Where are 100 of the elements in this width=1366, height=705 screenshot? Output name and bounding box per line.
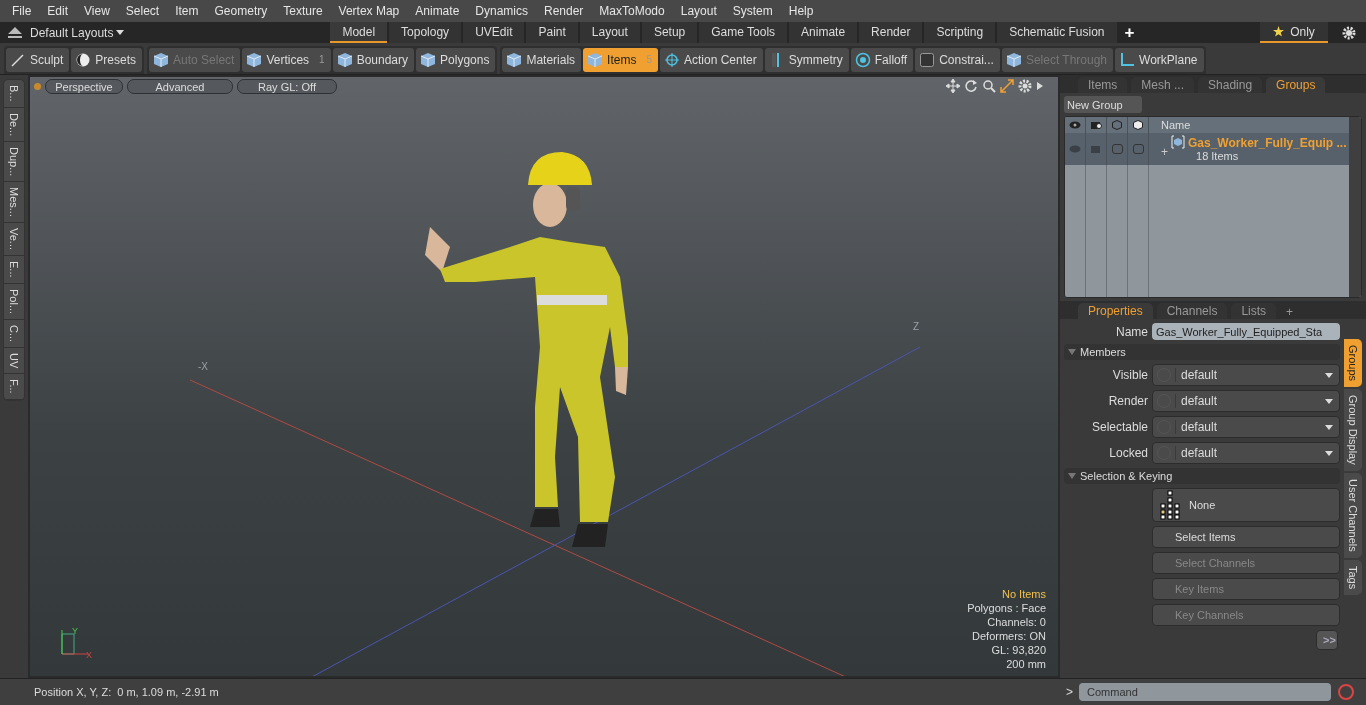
tool-button[interactable]: Sculpt [6, 47, 70, 72]
tool-button[interactable]: Polygons [416, 47, 496, 72]
tool-button[interactable]: Falloff [850, 47, 914, 72]
tool-button[interactable]: Items 5 [583, 47, 658, 72]
menu-item[interactable]: Layout [672, 4, 725, 18]
section-header[interactable]: Selection & Keying [1064, 468, 1340, 484]
layout-tab[interactable]: Schematic Fusion [997, 22, 1117, 43]
layout-tab[interactable]: Setup [641, 22, 698, 43]
dropdown[interactable]: default [1152, 416, 1340, 438]
axis-label: -X [198, 361, 208, 372]
menu-item[interactable]: File [4, 4, 40, 18]
menu-item[interactable]: Vertex Map [330, 4, 408, 18]
layout-tab[interactable]: Topology [389, 22, 462, 43]
panel-tab[interactable]: Groups [1266, 77, 1326, 93]
vertical-tab[interactable]: Ve... [4, 223, 24, 257]
checkbox[interactable] [1132, 144, 1144, 154]
menu-item[interactable]: MaxToModo [591, 4, 673, 18]
menu-item[interactable]: System [724, 4, 781, 18]
menu-item[interactable]: View [76, 4, 118, 18]
tool-button[interactable]: Boundary [332, 47, 415, 72]
only-button[interactable]: Only [1260, 22, 1328, 43]
menu-item[interactable]: Texture [275, 4, 331, 18]
menu-item[interactable]: Animate [407, 4, 468, 18]
panel-tab[interactable]: Channels [1156, 303, 1228, 319]
vertical-tab[interactable]: Mes... [4, 182, 24, 224]
settings-icon[interactable] [1342, 25, 1356, 40]
menu-item[interactable]: Render [536, 4, 592, 18]
menu-item[interactable]: Edit [39, 4, 77, 18]
move-icon[interactable] [946, 79, 960, 93]
arrow-right-icon[interactable] [1036, 79, 1044, 93]
viewport-info-text: Deformers: ON [972, 630, 1046, 642]
panel-tab[interactable]: Properties [1078, 303, 1153, 319]
name-field[interactable]: Gas_Worker_Fully_Equipped_Sta [1152, 323, 1340, 340]
gizmo-label: Y [72, 626, 78, 636]
menu-item[interactable]: Geometry [206, 4, 276, 18]
viewport-button[interactable]: Advanced [127, 79, 233, 94]
vertical-tab[interactable]: Dup... [4, 141, 24, 183]
vertical-tab[interactable]: Pol... [4, 283, 24, 320]
tool-button[interactable]: Symmetry [764, 47, 849, 72]
layout-tab[interactable]: Scripting [924, 22, 996, 43]
vertical-tab[interactable]: B... [4, 80, 24, 108]
command-field[interactable]: Command [1079, 683, 1331, 701]
vertical-tab[interactable]: De... [4, 107, 24, 142]
side-tab[interactable]: User Channels [1344, 472, 1362, 558]
tool-button[interactable]: Action Center [660, 47, 763, 72]
position-value: 0 m, 1.09 m, -2.91 m [116, 686, 219, 698]
add-tab-button[interactable]: + [1116, 22, 1143, 43]
dropdown[interactable]: default [1152, 364, 1340, 386]
viewport-info-text: No Items [1002, 588, 1046, 600]
expand-toggle[interactable]: + [1161, 145, 1168, 159]
layout-tab[interactable]: Paint [526, 22, 578, 43]
panel-tab[interactable]: Items [1078, 77, 1128, 93]
tool-button[interactable]: Presets [71, 47, 143, 72]
scrollbar[interactable] [1349, 117, 1361, 297]
menu-item[interactable]: Item [167, 4, 207, 18]
tool-button[interactable]: Vertices 1 [242, 47, 331, 72]
add-tab-button[interactable]: + [1280, 305, 1300, 319]
caret-icon [116, 30, 125, 35]
cube-icon [1133, 120, 1143, 130]
layout-tab[interactable]: Animate [789, 22, 858, 43]
layout-tab[interactable]: Model [330, 22, 388, 43]
command-prompt: > [1066, 685, 1073, 699]
layout-tab[interactable]: Render [859, 22, 923, 43]
tool-button[interactable]: Constrai... [915, 47, 1000, 72]
selection-set-button[interactable]: None [1152, 488, 1340, 522]
new-group-button[interactable]: New Group [1064, 96, 1142, 113]
section-header[interactable]: Members [1064, 344, 1340, 360]
menu-item[interactable]: Dynamics [467, 4, 536, 18]
zoom-icon[interactable] [982, 79, 996, 93]
menu-item[interactable]: Help [780, 4, 822, 18]
vertical-tab[interactable]: F... [4, 374, 24, 400]
vertical-tab[interactable]: UV [4, 347, 24, 375]
vertical-tab[interactable]: C... [4, 319, 24, 348]
layout-tab[interactable]: Game Tools [699, 22, 788, 43]
panel-tab[interactable]: Mesh ... [1131, 77, 1195, 93]
panel-tab[interactable]: Shading [1198, 77, 1263, 93]
panel-tab[interactable]: Lists [1231, 303, 1277, 319]
maximize-icon[interactable] [1000, 79, 1014, 93]
dropdown[interactable]: default [1152, 390, 1340, 412]
tool-button[interactable]: WorkPlane [1115, 47, 1204, 72]
workplane-icon [1119, 51, 1136, 68]
checkbox[interactable] [1111, 144, 1123, 154]
item-count: 18 Items [1195, 150, 1240, 162]
layout-tab[interactable]: Layout [579, 22, 640, 43]
viewport[interactable]: -X Z Perspective Advanced Ray GL: Off Y X No Items Polygons : Face Channels: 0 Deformers: ON GL: 93,820 200 mm [30, 77, 1058, 676]
action-button[interactable]: Select Items [1152, 526, 1340, 548]
menu-item[interactable]: Select [117, 4, 168, 18]
record-icon[interactable] [1337, 683, 1355, 701]
side-tab[interactable]: Group Display [1344, 389, 1362, 471]
layout-dropdown[interactable]: Default Layouts [26, 25, 131, 40]
tool-button[interactable]: Materials [502, 47, 582, 72]
side-tab[interactable]: Tags [1344, 559, 1362, 595]
viewport-button[interactable]: Ray GL: Off [237, 79, 337, 94]
eye-icon [1069, 121, 1081, 129]
rotate-icon[interactable] [964, 79, 978, 93]
viewport-button[interactable]: Perspective [45, 79, 123, 94]
dropdown[interactable]: default [1152, 442, 1340, 464]
layout-tab[interactable]: UVEdit [463, 22, 525, 43]
vertical-tab[interactable]: E... [4, 256, 24, 284]
side-tab[interactable]: Groups [1344, 339, 1362, 388]
